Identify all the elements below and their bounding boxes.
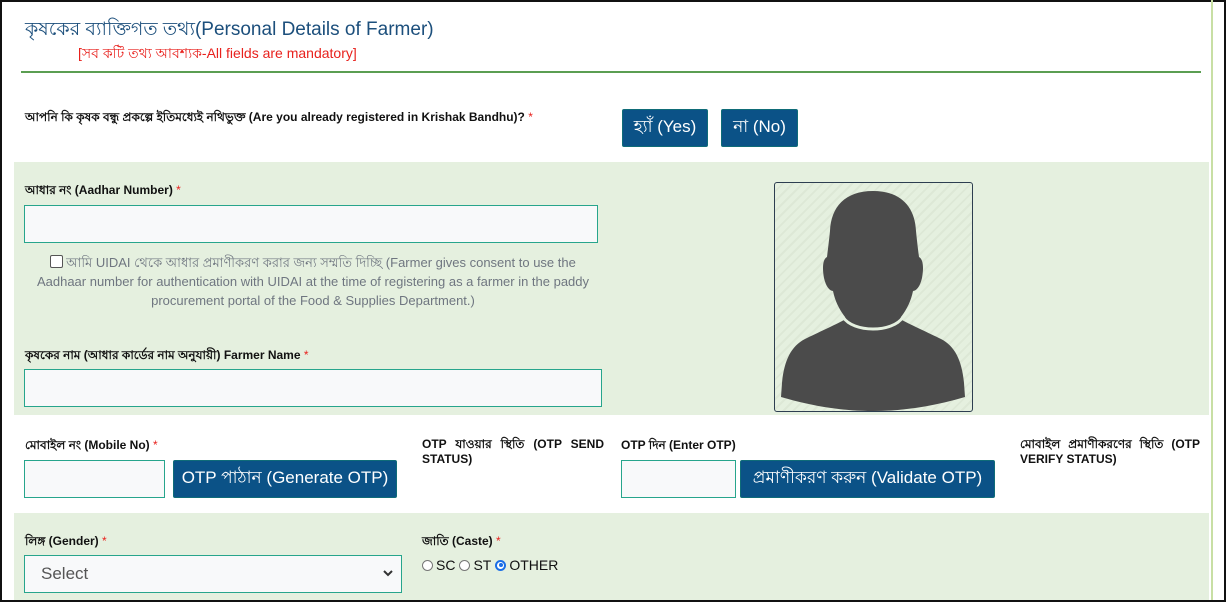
aadhar-consent: আমি UIDAI থেকে আধার প্রমাণীকরণ করার জন্য… [30,253,596,310]
otp-send-status-label: OTP যাওয়ার স্থিতি (OTP SEND STATUS) [422,437,604,466]
generate-otp-button[interactable]: OTP পাঠান (Generate OTP) [173,460,397,498]
caste-radio-group: SC ST OTHER [422,557,562,573]
caste-option-other[interactable]: OTHER [495,557,558,573]
consent-text: আমি UIDAI থেকে আধার প্রমাণীকরণ করার জন্য… [36,255,590,308]
header-divider [21,71,1201,73]
otp-input[interactable] [621,460,736,498]
caste-option-label: OTHER [509,557,559,573]
required-mark: * [496,534,501,548]
farmer-name-label: কৃষকের নাম (আধার কার্ডের নাম অনুযায়ী) F… [25,347,309,367]
mobile-label-text: মোবাইল নং (Mobile No) [25,438,150,452]
aadhar-input[interactable] [24,205,598,243]
required-mark: * [303,348,309,362]
caste-option-st[interactable]: ST [459,557,491,573]
radio-st[interactable] [459,559,471,571]
gender-selected-value: Select [41,564,89,583]
required-mark: * [528,110,533,124]
mobile-input[interactable] [24,460,165,498]
caste-option-sc[interactable]: SC [422,557,455,573]
required-mark: * [153,438,158,452]
otp-verify-status-label: মোবাইল প্রমাণীকরণের স্থিতি (OTP VERIFY S… [1020,437,1200,466]
user-silhouette-icon [781,191,965,411]
registered-question-label: আপনি কি কৃষক বন্ধু প্রকল্পে ইতিমধ্যেই নথ… [25,109,533,129]
chevron-down-icon [383,570,393,577]
required-mark: * [176,183,181,197]
required-mark: * [102,534,107,548]
validate-otp-button[interactable]: প্রমাণীকরণ করুন (Validate OTP) [740,460,995,498]
right-divider [1211,0,1213,600]
registered-question-text: আপনি কি কৃষক বন্ধু প্রকল্পে ইতিমধ্যেই নথ… [25,110,525,124]
mandatory-note: [সব কটি তথ্য আবশ্যক-All fields are manda… [78,45,357,61]
gender-label-text: লিঙ্গ (Gender) [25,534,99,548]
farmer-photo[interactable] [774,182,973,412]
caste-option-label: ST [473,557,492,573]
radio-other[interactable] [495,559,507,571]
caste-option-label: SC [436,557,456,573]
farmer-name-label-text: কৃষকের নাম (আধার কার্ডের নাম অনুযায়ী) F… [25,348,301,362]
radio-sc[interactable] [422,559,433,571]
gender-label: লিঙ্গ (Gender) * [25,533,107,553]
yes-button[interactable]: হ্যাঁ (Yes) [622,109,708,147]
aadhar-label: আধার নং (Aadhar Number) * [25,182,181,202]
caste-label-text: জাতি (Caste) [422,534,493,548]
no-button[interactable]: না (No) [721,109,798,147]
enter-otp-label: OTP দিন (Enter OTP) [621,438,736,452]
gender-select[interactable]: Select [24,555,402,593]
consent-checkbox[interactable] [50,255,64,268]
caste-label: জাতি (Caste) * [422,533,501,553]
aadhar-label-text: আধার নং (Aadhar Number) [25,183,173,197]
farmer-name-input[interactable] [24,369,602,407]
mobile-label: মোবাইল নং (Mobile No) * [25,437,158,457]
